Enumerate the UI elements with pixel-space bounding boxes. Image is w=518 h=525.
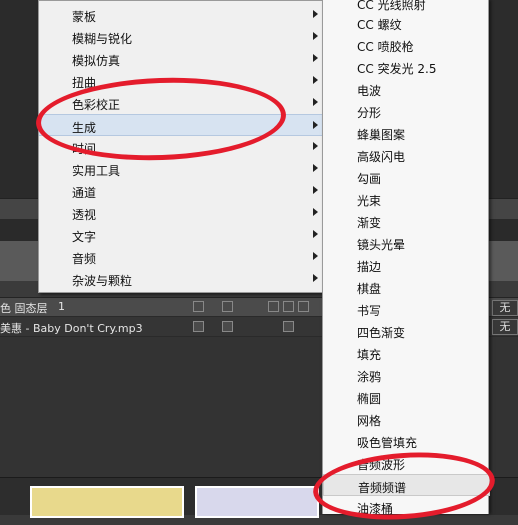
- menu-item-noise-grain[interactable]: 杂波与颗粒: [39, 268, 323, 290]
- menu-item-label: 高级闪电: [357, 150, 406, 164]
- switch-box[interactable]: [268, 301, 279, 312]
- menu-item-scribble[interactable]: 涂鸦: [323, 364, 488, 386]
- menu-item-mask[interactable]: 蒙板: [39, 4, 323, 26]
- generate-submenu: CC 光线照射 CC 螺纹 CC 喷胶枪 CC 突发光 2.5 电波 分形 蜂巢…: [322, 0, 490, 516]
- submenu-arrow-icon: [313, 230, 318, 238]
- menu-item-label: 模拟仿真: [72, 54, 121, 68]
- menu-item-lens-flare[interactable]: 镜头光晕: [323, 232, 488, 254]
- menu-item-perspective[interactable]: 透视: [39, 202, 323, 224]
- menu-item-fill[interactable]: 填充: [323, 342, 488, 364]
- menu-item-cc-light-burst[interactable]: CC 突发光 2.5: [323, 56, 488, 78]
- menu-item-label: 书写: [357, 304, 382, 318]
- menu-item-label: 吸色管填充: [357, 436, 418, 450]
- pen-switch-icon[interactable]: [222, 321, 233, 332]
- menu-item-stroke[interactable]: 描边: [323, 254, 488, 276]
- switch-box[interactable]: [298, 301, 309, 312]
- menu-item-grid[interactable]: 网格: [323, 408, 488, 430]
- menu-item-label: 蜂巢图案: [357, 128, 406, 142]
- menu-item-label: 勾画: [357, 172, 382, 186]
- menu-item-label: CC 突发光 2.5: [357, 62, 437, 76]
- menu-item-cc-threads[interactable]: CC 螺纹: [323, 12, 488, 34]
- menu-item-blur-sharpen[interactable]: 模糊与锐化: [39, 26, 323, 48]
- menu-item-label: 描边: [357, 260, 382, 274]
- menu-item-audio[interactable]: 音频: [39, 246, 323, 268]
- mode-select[interactable]: 无: [492, 319, 518, 335]
- submenu-arrow-icon: [313, 142, 318, 150]
- menu-item-label: 文字: [72, 230, 97, 244]
- menu-item-radio-waves[interactable]: 电波: [323, 78, 488, 100]
- switch-box[interactable]: [283, 321, 294, 332]
- submenu-arrow-icon: [313, 10, 318, 18]
- menu-item-advanced-lightning[interactable]: 高级闪电: [323, 144, 488, 166]
- menu-item-label: 光束: [357, 194, 382, 208]
- menu-item-label: 杂波与颗粒: [72, 274, 133, 288]
- submenu-arrow-icon: [313, 32, 318, 40]
- menu-item-eyedropper-fill[interactable]: 吸色管填充: [323, 430, 488, 452]
- menu-item-simulation[interactable]: 模拟仿真: [39, 48, 323, 70]
- footage-thumbnail[interactable]: [195, 486, 319, 518]
- menu-item-checkerboard[interactable]: 棋盘: [323, 276, 488, 298]
- left-panel-edge: [0, 0, 38, 200]
- submenu-arrow-icon: [313, 54, 318, 62]
- menu-item-text[interactable]: 文字: [39, 224, 323, 246]
- menu-item-label: 模糊与锐化: [72, 32, 133, 46]
- submenu-arrow-icon: [313, 252, 318, 260]
- menu-item-label: 透视: [72, 208, 97, 222]
- menu-item-label: 填充: [357, 348, 382, 362]
- pen-switch-icon[interactable]: [222, 301, 233, 312]
- submenu-arrow-icon: [313, 121, 318, 129]
- submenu-arrow-icon: [313, 186, 318, 194]
- layer-number: 1: [58, 300, 65, 313]
- menu-item-ellipse[interactable]: 椭圆: [323, 386, 488, 408]
- menu-item-label: 电波: [357, 84, 382, 98]
- switch-box[interactable]: [283, 301, 294, 312]
- mode-select[interactable]: 无: [492, 300, 518, 316]
- menu-item-utility[interactable]: 实用工具: [39, 158, 323, 180]
- menu-item-label: 四色渐变: [357, 326, 406, 340]
- menu-item-label: 蒙板: [72, 10, 97, 24]
- layer-name: 美惠 - Baby Don't Cry.mp3: [0, 322, 143, 335]
- menu-item-ramp[interactable]: 渐变: [323, 210, 488, 232]
- layer-name: 色 固态层: [0, 302, 48, 315]
- submenu-arrow-icon: [313, 76, 318, 84]
- menu-item-write-on[interactable]: 书写: [323, 298, 488, 320]
- menu-item-fractal[interactable]: 分形: [323, 100, 488, 122]
- menu-item-label: CC 喷胶枪: [357, 40, 414, 54]
- submenu-arrow-icon: [313, 208, 318, 216]
- menu-item-four-color-gradient[interactable]: 四色渐变: [323, 320, 488, 342]
- menu-item-label: 椭圆: [357, 392, 382, 406]
- menu-item-label: 音频: [72, 252, 97, 266]
- menu-item-label: 棋盘: [357, 282, 382, 296]
- submenu-arrow-icon: [313, 274, 318, 282]
- menu-item-label: 渐变: [357, 216, 382, 230]
- menu-item-label: 涂鸦: [357, 370, 382, 384]
- menu-item-label: 镜头光晕: [357, 238, 406, 252]
- menu-item-cc-glue-gun[interactable]: CC 喷胶枪: [323, 34, 488, 56]
- menu-item-label: 分形: [357, 106, 382, 120]
- menu-item-label: 网格: [357, 414, 382, 428]
- shy-switch-icon[interactable]: [193, 321, 204, 332]
- footage-thumbnail[interactable]: [30, 486, 184, 518]
- menu-item-label: CC 螺纹: [357, 18, 402, 32]
- menu-item-beam[interactable]: 光束: [323, 188, 488, 210]
- menu-item-label: 通道: [72, 186, 97, 200]
- menu-item-channel[interactable]: 通道: [39, 180, 323, 202]
- shy-switch-icon[interactable]: [193, 301, 204, 312]
- menu-item-vegas[interactable]: 勾画: [323, 166, 488, 188]
- submenu-arrow-icon: [313, 98, 318, 106]
- submenu-arrow-icon: [313, 164, 318, 172]
- menu-item-cell-pattern[interactable]: 蜂巢图案: [323, 122, 488, 144]
- menu-item-label: 实用工具: [72, 164, 121, 178]
